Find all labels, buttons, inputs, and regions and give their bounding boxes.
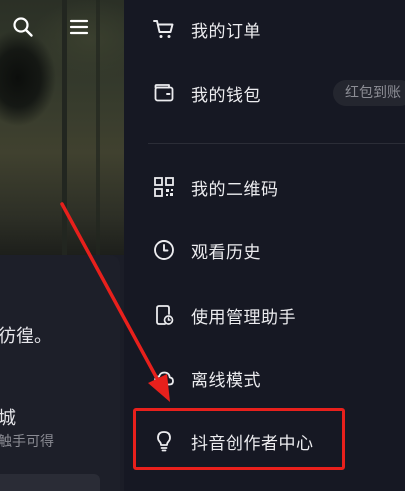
menu-icon[interactable] xyxy=(66,14,92,40)
screen: 彷徨。 城 触手可得 我的订单 我的钱包 红包到账 我的二维码 观看历史 使用管… xyxy=(0,0,405,491)
menu-label: 观看历史 xyxy=(191,242,261,263)
wallet-icon xyxy=(152,81,176,105)
red-packet-badge: 红包到账 xyxy=(333,80,405,106)
menu-item-history[interactable]: 观看历史 xyxy=(124,222,405,278)
menu-item-qrcode[interactable]: 我的二维码 xyxy=(124,159,405,215)
menu-item-offline[interactable]: 离线模式 xyxy=(124,350,405,406)
search-icon[interactable] xyxy=(10,14,36,40)
hint-text: 触手可得 xyxy=(0,434,54,450)
menu-item-usage-manager[interactable]: 使用管理助手 xyxy=(124,287,405,343)
bio-text: 彷徨。 xyxy=(0,326,52,347)
menu-label: 我的订单 xyxy=(191,21,261,42)
location-text: 城 xyxy=(0,408,16,429)
cloud-offline-icon xyxy=(152,366,176,390)
menu-label: 使用管理助手 xyxy=(191,307,296,328)
menu-item-wallet[interactable]: 我的钱包 红包到账 xyxy=(124,65,405,121)
menu-label: 离线模式 xyxy=(191,370,261,391)
menu-divider xyxy=(148,143,405,144)
menu-label: 我的钱包 xyxy=(191,85,261,106)
profile-info-card xyxy=(0,255,120,491)
clock-icon xyxy=(152,238,176,262)
annotation-highlight-box xyxy=(133,408,345,470)
menu-label: 我的二维码 xyxy=(191,179,279,200)
qrcode-icon xyxy=(152,175,176,199)
profile-background: 彷徨。 城 触手可得 xyxy=(0,0,124,491)
cart-icon xyxy=(152,17,176,41)
profile-action-button[interactable] xyxy=(0,474,100,491)
phone-manager-icon xyxy=(152,303,176,327)
menu-item-orders[interactable]: 我的订单 xyxy=(124,1,405,57)
